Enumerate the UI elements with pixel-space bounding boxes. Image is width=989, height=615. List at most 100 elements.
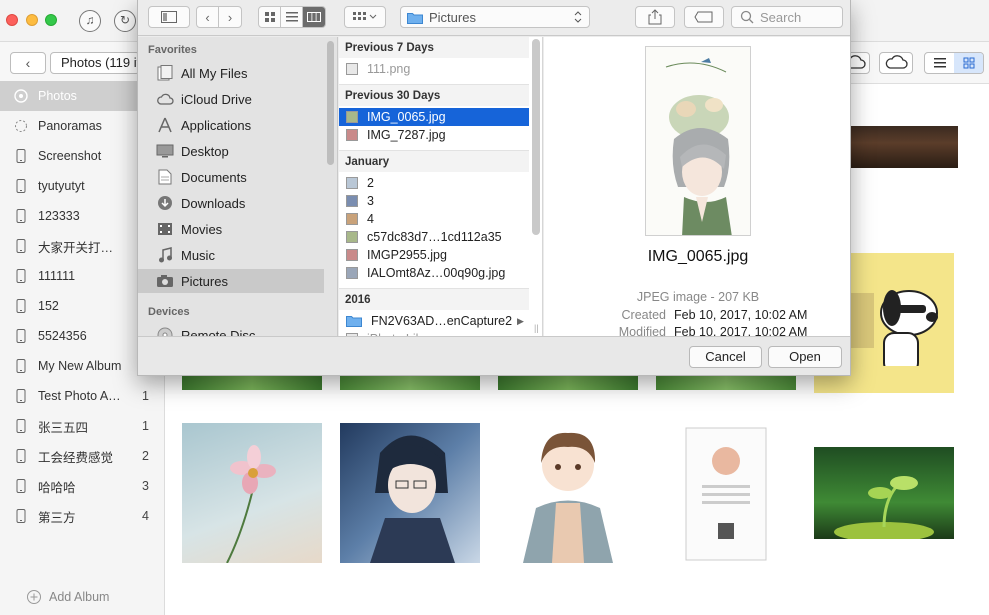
album-name: 大家开关打… [38, 240, 114, 255]
sidebar-item[interactable]: Pictures [138, 269, 324, 293]
file-row[interactable]: 3 [339, 192, 529, 210]
back-button[interactable]: ‹ [10, 52, 46, 74]
list-icon [933, 58, 946, 68]
created-label: Created [621, 308, 666, 322]
share-button[interactable] [635, 6, 675, 28]
file-row[interactable]: IMG_0065.jpg [339, 108, 529, 126]
dialog-sidebar: Favorites Devices All My Files iCloud Dri… [138, 37, 338, 336]
phone-icon [14, 449, 28, 463]
photo-thumbnail[interactable] [340, 423, 480, 563]
sidebar-item[interactable]: Desktop [138, 139, 324, 163]
desktop-icon [156, 144, 174, 158]
album-item[interactable]: 张三五四 1 [0, 411, 165, 441]
file-row[interactable]: c57dc83d7…1cd112a35 [339, 228, 529, 246]
anime-boy-illustration [370, 435, 455, 563]
album-count: 4 [142, 509, 149, 523]
column-resize-handle[interactable]: || [534, 323, 539, 333]
preview-image [645, 46, 751, 236]
file-row[interactable]: IMGP2955.jpg [339, 246, 529, 264]
chevron-updown-icon [574, 11, 582, 23]
album-name: My New Album [38, 359, 122, 373]
created-value: Feb 10, 2017, 10:02 AM [674, 308, 808, 322]
nav-back-button[interactable]: ‹ [197, 7, 219, 27]
file-name: FN2V63AD…enCapture2 [371, 314, 513, 328]
location-popup[interactable]: Pictures [400, 6, 590, 28]
album-name: 哈哈哈 [38, 480, 76, 495]
sidebar-item[interactable]: All My Files [138, 61, 324, 85]
sidebar-item[interactable]: Remote Disc [138, 323, 324, 336]
file-browser-column: || Previous 7 Days 111.png Previous 30 Day… [339, 37, 543, 336]
sidebar-item[interactable]: Documents [138, 165, 324, 189]
nav-back-forward[interactable]: ‹ › [196, 6, 242, 28]
minimize-window-button[interactable] [26, 14, 38, 26]
list-view-button[interactable] [925, 53, 954, 73]
album-item[interactable]: Test Photo A… 1 [0, 381, 165, 411]
image-file-icon [346, 177, 358, 189]
close-window-button[interactable] [6, 14, 18, 26]
poster-thumbnail [685, 427, 767, 561]
download-icon [156, 195, 174, 211]
list-view-button[interactable] [281, 7, 303, 27]
file-name: c57dc83d7…1cd112a35 [367, 230, 502, 244]
file-row[interactable]: IALOmt8Az…00q90g.jpg [339, 264, 529, 282]
tag-button[interactable] [684, 6, 724, 28]
search-input[interactable]: Search [731, 6, 843, 28]
file-row[interactable]: 2 [339, 174, 529, 192]
zoom-window-button[interactable] [45, 14, 57, 26]
grid-icon [963, 57, 974, 69]
view-style-segmented[interactable] [258, 6, 326, 28]
album-item[interactable]: 哈哈哈 3 [0, 471, 165, 501]
panorama-icon [14, 119, 28, 133]
album-name: 152 [38, 299, 59, 313]
browser-scrollbar[interactable] [532, 39, 540, 235]
refresh-icon[interactable]: ↻ [114, 10, 136, 32]
disc-icon [156, 327, 174, 336]
photos-icon [14, 89, 28, 103]
file-row[interactable]: 111.png [339, 60, 529, 78]
sidebar-item[interactable]: iCloud Drive [138, 87, 324, 111]
view-mode-segmented[interactable] [924, 52, 984, 74]
file-row[interactable]: 4 [339, 210, 529, 228]
dialog-footer: Cancel Open [138, 336, 850, 375]
image-file-icon [346, 249, 358, 261]
album-name: 111111 [38, 269, 76, 283]
sidebar-scrollbar[interactable] [327, 41, 334, 165]
photo-thumbnail[interactable] [498, 423, 638, 563]
phone-icon [14, 269, 28, 283]
sidebar-item-label: iCloud Drive [181, 91, 252, 107]
file-name: IMG_7287.jpg [367, 128, 446, 142]
image-file-icon [346, 231, 358, 243]
nav-forward-button[interactable]: › [219, 7, 241, 27]
cloud-upload-button[interactable] [879, 52, 913, 74]
grid-view-button[interactable] [954, 53, 983, 73]
photo-thumbnail[interactable] [814, 447, 954, 539]
photo-thumbnail[interactable] [182, 423, 322, 563]
camera-icon [156, 274, 174, 288]
column-view-button[interactable] [303, 7, 325, 27]
sidebar-toggle-button[interactable] [148, 6, 190, 28]
search-placeholder: Search [760, 9, 802, 25]
file-row[interactable]: IMG_7287.jpg [339, 126, 529, 144]
phone-icon [14, 299, 28, 313]
album-name: Panoramas [38, 119, 102, 133]
sidebar-item[interactable]: Downloads [138, 191, 324, 215]
phone-icon [14, 479, 28, 493]
arrange-popup-button[interactable] [344, 6, 386, 28]
folder-row[interactable]: FN2V63AD…enCapture2 ▶ [339, 312, 529, 330]
phone-icon [14, 179, 28, 193]
add-album-button[interactable]: Add Album [26, 589, 109, 605]
folder-icon [407, 12, 423, 24]
sidebar-item[interactable]: Applications [138, 113, 324, 137]
sidebar-item[interactable]: Movies [138, 217, 324, 241]
photo-thumbnail[interactable] [656, 423, 796, 563]
phone-icon [14, 509, 28, 523]
album-item[interactable]: 第三方 4 [0, 501, 165, 531]
folder-icon [346, 315, 362, 327]
album-item[interactable]: 工会经费感觉 2 [0, 441, 165, 471]
sidebar-item[interactable]: Music [138, 243, 324, 267]
music-note-icon[interactable]: ♫ [79, 10, 101, 32]
album-title-button[interactable]: Photos (119 it [50, 52, 140, 74]
open-button[interactable]: Open [768, 346, 842, 368]
cancel-button[interactable]: Cancel [689, 346, 762, 368]
icon-view-button[interactable] [259, 7, 281, 27]
